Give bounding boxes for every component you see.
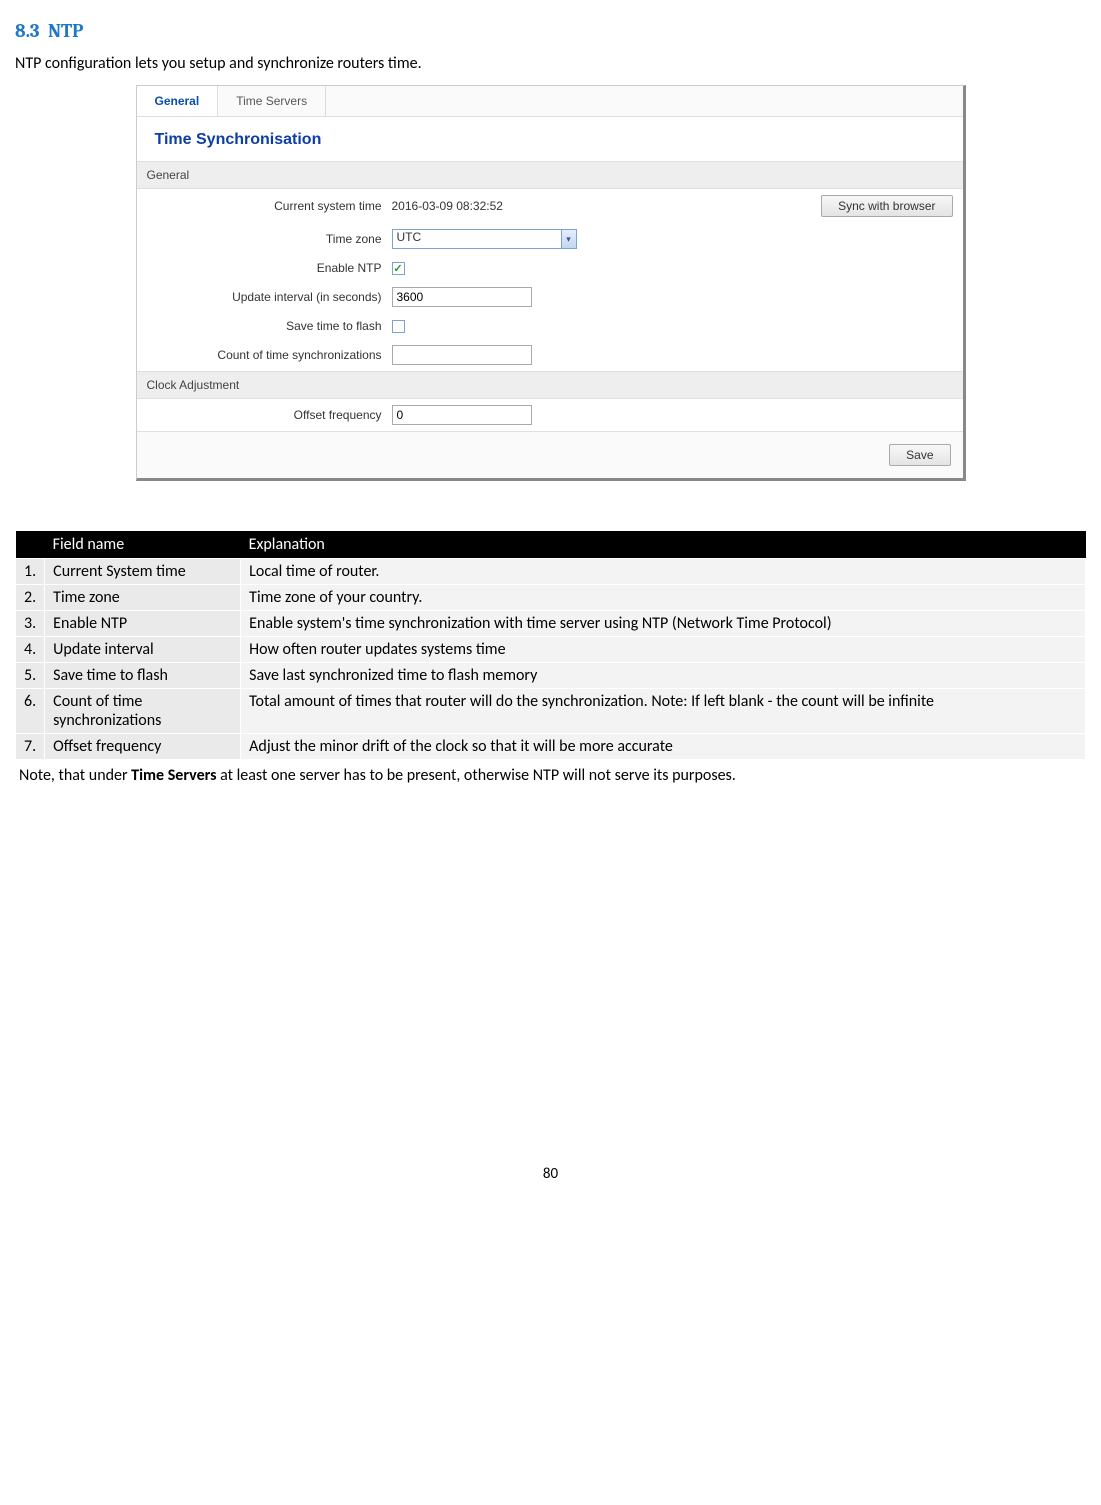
cell-field: Update interval <box>45 637 241 663</box>
enable-ntp-checkbox[interactable] <box>392 262 405 275</box>
note-bold: Time Servers <box>131 766 216 785</box>
section-title: 8.3 NTP <box>15 20 1086 42</box>
ntp-config-panel: General Time Servers Time Synchronisatio… <box>136 85 966 481</box>
cell-num: 7. <box>16 734 45 760</box>
cell-field: Save time to flash <box>45 663 241 689</box>
cell-num: 5. <box>16 663 45 689</box>
table-row: 4.Update intervalHow often router update… <box>16 637 1086 663</box>
label-time-zone: Time zone <box>147 232 392 246</box>
cell-num: 1. <box>16 559 45 585</box>
table-row: 5.Save time to flashSave last synchroniz… <box>16 663 1086 689</box>
save-flash-checkbox[interactable] <box>392 320 405 333</box>
tab-general[interactable]: General <box>137 86 219 116</box>
cell-num: 2. <box>16 585 45 611</box>
cell-num: 4. <box>16 637 45 663</box>
table-row: 1.Current System timeLocal time of route… <box>16 559 1086 585</box>
row-count-sync: Count of time synchronizations <box>137 339 963 371</box>
cell-exp: Save last synchronized time to flash mem… <box>241 663 1086 689</box>
label-save-flash: Save time to flash <box>147 319 392 333</box>
offset-freq-input[interactable] <box>392 405 532 425</box>
description-table: Field name Explanation 1.Current System … <box>15 531 1086 760</box>
note-text: Note, that under Time Servers at least o… <box>15 766 1086 785</box>
group-clock-header: Clock Adjustment <box>137 371 963 399</box>
save-button[interactable]: Save <box>889 444 950 466</box>
cell-exp: Time zone of your country. <box>241 585 1086 611</box>
cell-exp: Enable system's time synchronization wit… <box>241 611 1086 637</box>
label-update-interval: Update interval (in seconds) <box>147 290 392 304</box>
cell-exp: Total amount of times that router will d… <box>241 689 1086 734</box>
intro-paragraph: NTP configuration lets you setup and syn… <box>15 54 1086 73</box>
row-save-flash: Save time to flash <box>137 313 963 339</box>
sync-button[interactable]: Sync with browser <box>821 195 952 217</box>
cell-field: Offset frequency <box>45 734 241 760</box>
row-enable-ntp: Enable NTP <box>137 255 963 281</box>
header-explanation: Explanation <box>241 531 1086 559</box>
panel-footer: Save <box>137 431 963 478</box>
label-offset-freq: Offset frequency <box>147 408 392 422</box>
row-offset-freq: Offset frequency <box>137 399 963 431</box>
note-suffix: at least one server has to be present, o… <box>217 766 736 785</box>
cell-num: 3. <box>16 611 45 637</box>
table-header-row: Field name Explanation <box>16 531 1086 559</box>
cell-num: 6. <box>16 689 45 734</box>
page-number: 80 <box>15 1165 1086 1183</box>
label-current-time: Current system time <box>147 199 392 213</box>
section-name: NTP <box>48 20 83 42</box>
cell-field: Time zone <box>45 585 241 611</box>
value-current-time: 2016-03-09 08:32:52 <box>392 199 503 213</box>
update-interval-input[interactable] <box>392 287 532 307</box>
tab-time-servers[interactable]: Time Servers <box>218 86 326 116</box>
row-update-interval: Update interval (in seconds) <box>137 281 963 313</box>
cell-exp: Adjust the minor drift of the clock so t… <box>241 734 1086 760</box>
table-row: 3.Enable NTPEnable system's time synchro… <box>16 611 1086 637</box>
label-enable-ntp: Enable NTP <box>147 261 392 275</box>
label-count-sync: Count of time synchronizations <box>147 348 392 362</box>
cell-exp: Local time of router. <box>241 559 1086 585</box>
header-num <box>16 531 45 559</box>
row-current-time: Current system time 2016-03-09 08:32:52 … <box>137 189 963 223</box>
cell-field: Current System time <box>45 559 241 585</box>
row-time-zone: Time zone UTC▾ <box>137 223 963 255</box>
note-prefix: Note, that under <box>19 766 131 785</box>
header-field: Field name <box>45 531 241 559</box>
table-row: 2.Time zoneTime zone of your country. <box>16 585 1086 611</box>
cell-field: Count of time synchronizations <box>45 689 241 734</box>
cell-field: Enable NTP <box>45 611 241 637</box>
timezone-select[interactable]: UTC <box>392 229 562 249</box>
table-row: 6.Count of time synchronizationsTotal am… <box>16 689 1086 734</box>
panel-heading: Time Synchronisation <box>137 117 963 161</box>
table-row: 7.Offset frequencyAdjust the minor drift… <box>16 734 1086 760</box>
tab-bar: General Time Servers <box>137 86 963 117</box>
section-number: 8.3 <box>15 20 40 42</box>
count-sync-input[interactable] <box>392 345 532 365</box>
cell-exp: How often router updates systems time <box>241 637 1086 663</box>
group-general-header: General <box>137 161 963 189</box>
chevron-down-icon[interactable]: ▾ <box>561 229 577 249</box>
